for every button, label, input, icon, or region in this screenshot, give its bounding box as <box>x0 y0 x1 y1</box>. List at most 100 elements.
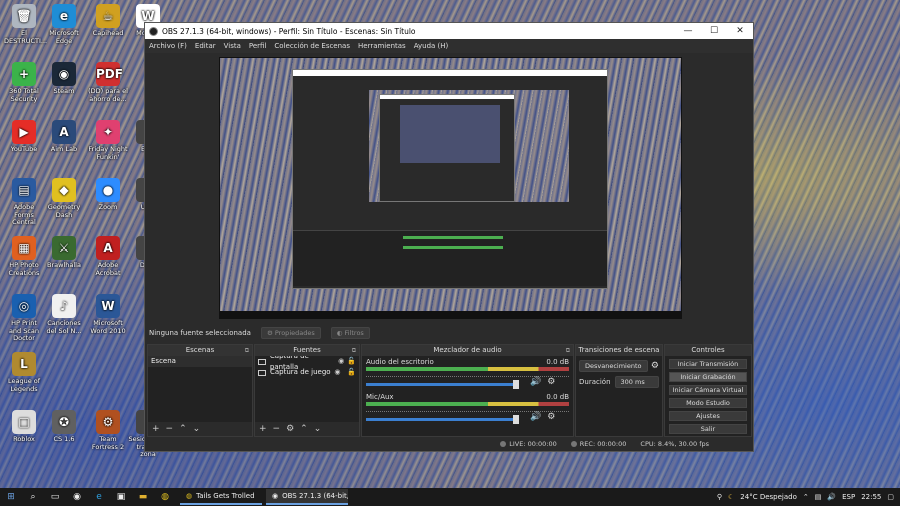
system-tray: ⚲ ☾ 24°C Despejado ⌃ ▤ 🔊 ESP 22:55 ▢ <box>717 493 900 501</box>
menu-tools[interactable]: Herramientas <box>358 42 406 50</box>
chevron-up-icon[interactable]: ⌃ <box>803 493 809 501</box>
desktop-icon[interactable]: e Microsoft Edge <box>44 4 84 45</box>
nested-obs-window <box>292 69 608 289</box>
speaker-icon[interactable]: 🔊 <box>530 377 541 387</box>
lock-icon[interactable]: 🔓 <box>347 356 356 367</box>
live-status: LIVE: 00:00:00 <box>500 440 557 448</box>
transition-select[interactable]: Desvanecimiento <box>579 360 648 372</box>
duration-input[interactable]: 300 ms <box>614 376 659 388</box>
start-virtual-camera-button[interactable]: Iniciar Cámara Virtual <box>669 385 747 395</box>
desktop-icon-label: Friday Night Funkin' <box>88 145 128 161</box>
taskbar-app-obs[interactable]: ◉OBS 27.1.3 (64-bit, wi... <box>266 489 348 505</box>
add-icon[interactable]: + <box>259 424 267 434</box>
folder-icon[interactable]: ▬ <box>135 490 151 504</box>
taskbar-app-tails[interactable]: ◍ Tails Gets Trolled <box>180 489 262 505</box>
volume-icon[interactable]: 🔊 <box>827 493 836 501</box>
scene-item[interactable]: Escena <box>148 356 252 367</box>
source-item[interactable]: Captura de juego ◉ 🔓 <box>255 367 359 378</box>
search-icon[interactable]: ⌕ <box>25 490 41 504</box>
app-icon: ☕ <box>96 4 120 28</box>
remove-icon[interactable]: − <box>273 424 281 434</box>
steam-icon[interactable]: ◉ <box>69 490 85 504</box>
move-up-icon[interactable]: ⌃ <box>300 424 308 434</box>
desktop-icon[interactable]: A Adobe Acrobat <box>88 236 128 277</box>
menu-profile[interactable]: Perfil <box>249 42 267 50</box>
scenes-dock: Escenas ⧉ Escena + − ⌃ ⌄ <box>147 344 253 437</box>
weather-text[interactable]: 24°C Despejado <box>740 493 797 501</box>
filters-button[interactable]: ◐ Filtros <box>330 327 370 339</box>
desktop-icon[interactable]: ✦ Friday Night Funkin' <box>88 120 128 161</box>
start-streaming-button[interactable]: Iniciar Transmisión <box>669 359 747 369</box>
close-button[interactable]: ✕ <box>727 26 753 36</box>
exit-button[interactable]: Salir <box>669 424 747 434</box>
task-view-icon[interactable]: ▭ <box>47 490 63 504</box>
desktop-icon[interactable]: ◆ Geometry Dash <box>44 178 84 219</box>
menu-view[interactable]: Vista <box>224 42 241 50</box>
volume-slider[interactable] <box>366 415 519 424</box>
gear-icon[interactable]: ⚙ <box>547 377 555 387</box>
preview-canvas[interactable] <box>219 57 682 319</box>
dock-float-icon[interactable]: ⧉ <box>566 345 570 356</box>
desktop-icon[interactable]: W Microsoft Word 2010 <box>88 294 128 335</box>
channel-db: 0.0 dB <box>546 393 569 401</box>
maximize-button[interactable]: ☐ <box>701 26 727 36</box>
properties-button[interactable]: ⚙ Propiedades <box>260 327 321 339</box>
desktop-icon[interactable]: ⚙ Team Fortress 2 <box>88 410 128 451</box>
desktop-icon[interactable]: ☕ Capihead <box>88 4 128 38</box>
desktop-icon[interactable]: 🗑 El DESTRUCTI... <box>4 4 48 45</box>
desktop-icon[interactable]: ♪ Canciones del Sol N... <box>44 294 84 335</box>
menu-edit[interactable]: Editar <box>195 42 216 50</box>
desktop-icon-label: League of Legends <box>7 377 41 393</box>
desktop-icon[interactable]: □ Roblox <box>4 410 44 444</box>
network-icon[interactable]: ▤ <box>815 493 822 501</box>
chrome-icon[interactable]: ◍ <box>157 490 173 504</box>
desktop-icon[interactable]: ✪ CS 1.6 <box>44 410 84 444</box>
minimize-button[interactable]: — <box>675 26 701 36</box>
move-down-icon[interactable]: ⌄ <box>193 424 201 434</box>
desktop-icon[interactable]: L League of Legends <box>4 352 44 393</box>
edge-icon[interactable]: e <box>91 490 107 504</box>
settings-button[interactable]: Ajustes <box>669 411 747 421</box>
desktop-icon[interactable]: ▦ HP Photo Creations <box>4 236 44 277</box>
rec-status: REC: 00:00:00 <box>570 440 626 448</box>
move-up-icon[interactable]: ⌃ <box>179 424 187 434</box>
desktop-icon[interactable]: ◉ Steam <box>44 62 84 96</box>
menu-help[interactable]: Ayuda (H) <box>414 42 449 50</box>
add-icon[interactable]: + <box>152 424 160 434</box>
remove-icon[interactable]: − <box>166 424 174 434</box>
desktop-icon[interactable]: ▶ YouTube <box>4 120 44 154</box>
language-indicator[interactable]: ESP <box>842 493 855 501</box>
speaker-icon[interactable]: 🔊 <box>530 412 541 422</box>
desktop-icon[interactable]: ◎ HP Print and Scan Doctor <box>4 294 44 343</box>
windows-start-icon[interactable]: ⊞ <box>3 490 19 504</box>
menu-file[interactable]: Archivo (F) <box>149 42 187 50</box>
dock-float-icon[interactable]: ⧉ <box>352 345 356 356</box>
move-down-icon[interactable]: ⌄ <box>314 424 322 434</box>
desktop-icon[interactable]: A Aim Lab <box>44 120 84 154</box>
desktop-icon[interactable]: ▤ Adobe Forms Central <box>4 178 44 227</box>
start-recording-button[interactable]: Iniciar Grabación <box>669 372 747 382</box>
clock[interactable]: 22:55 <box>861 493 881 501</box>
gear-icon[interactable]: ⚙ <box>651 361 659 371</box>
gear-icon[interactable]: ⚙ <box>286 424 294 434</box>
desktop-icon[interactable]: ⚔ Brawlhalla <box>44 236 84 270</box>
eye-icon[interactable]: ◉ <box>334 367 340 378</box>
eye-icon[interactable]: ◉ <box>338 356 344 367</box>
app-icon: ▶ <box>12 120 36 144</box>
gear-icon[interactable]: ⚙ <box>547 412 555 422</box>
menu-scene-collection[interactable]: Colección de Escenas <box>274 42 350 50</box>
source-item[interactable]: Captura de pantalla◉🔓 <box>255 352 359 371</box>
app-icon: ◆ <box>52 178 76 202</box>
studio-mode-button[interactable]: Modo Estudio <box>669 398 747 408</box>
notification-icon[interactable]: ▢ <box>887 493 894 501</box>
lock-icon[interactable]: 🔓 <box>347 367 356 378</box>
desktop-icon[interactable]: PDF (DD) para el ahorro de... <box>88 62 128 103</box>
person-icon[interactable]: ⚲ <box>717 493 722 501</box>
volume-slider[interactable] <box>366 380 519 389</box>
store-icon[interactable]: ▣ <box>113 490 129 504</box>
dock-float-icon[interactable]: ⧉ <box>245 345 249 356</box>
desktop-icon[interactable]: ● Zoom <box>88 178 128 212</box>
desktop-icon-label: El DESTRUCTI... <box>4 29 48 45</box>
channel-db: 0.0 dB <box>546 358 569 366</box>
desktop-icon[interactable]: +360 Total Security <box>4 62 44 103</box>
